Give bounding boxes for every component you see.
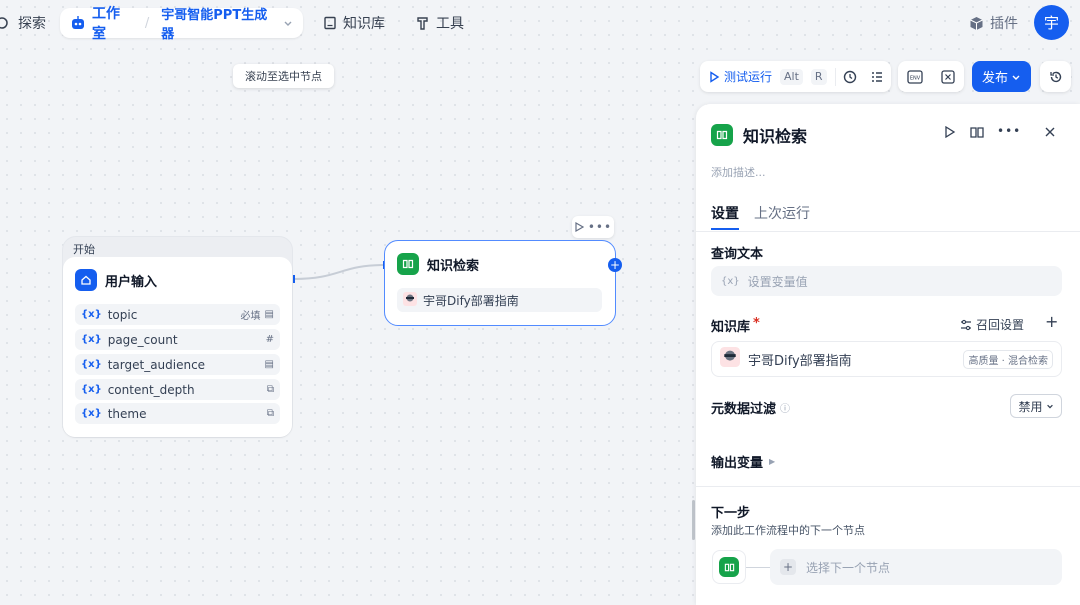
- output-vars-label: 输出变量: [711, 456, 764, 471]
- query-text-label: 查询文本: [711, 247, 764, 262]
- more-icon[interactable]: •••: [997, 124, 1021, 138]
- chevron-down-icon: [1046, 402, 1054, 410]
- start-node-title: 用户输入: [105, 274, 158, 290]
- variable-icon: {x}: [81, 408, 102, 419]
- dataset-name: 宇哥Dify部署指南: [748, 353, 852, 369]
- tab-last-run[interactable]: 上次运行: [754, 203, 810, 223]
- select-next-node-button[interactable]: + 选择下一个节点: [770, 549, 1062, 585]
- variable-name: topic: [107, 307, 138, 322]
- next-step-description: 添加此工作流程中的下一个节点: [711, 524, 865, 537]
- recall-settings-label: 召回设置: [976, 318, 1025, 332]
- next-step-label: 下一步: [711, 506, 751, 521]
- current-node-icon: [712, 550, 746, 584]
- variable-name: theme: [107, 406, 147, 421]
- run-node-icon[interactable]: [944, 126, 956, 138]
- variable-row-content-depth[interactable]: {x} content_depth ⧉: [75, 379, 280, 400]
- dataset-name: 宇哥Dify部署指南: [423, 293, 519, 308]
- info-icon[interactable]: ⓘ: [780, 400, 790, 415]
- variable-icon: {x}: [81, 384, 102, 395]
- dataset-item[interactable]: 宇哥Dify部署指南 高质量 · 混合检索: [711, 341, 1062, 377]
- sliders-icon: [960, 319, 972, 331]
- variable-name: content_depth: [107, 382, 195, 397]
- dataset-tag: 宇哥Dify部署指南: [397, 288, 602, 312]
- metadata-filter-label: 元数据过滤: [711, 402, 777, 417]
- start-node-header: 用户输入: [75, 269, 157, 291]
- variable-icon: {x}: [81, 309, 102, 320]
- variable-row-topic[interactable]: {x} topic 必填 ▤: [75, 304, 280, 325]
- more-icon[interactable]: •••: [588, 220, 612, 234]
- metadata-filter-group: 元数据过滤 ⓘ: [711, 398, 790, 417]
- active-tab-indicator: [711, 228, 739, 230]
- section-divider: [696, 486, 1080, 487]
- knowledge-retrieval-node[interactable]: 知识检索 宇哥Dify部署指南: [384, 240, 616, 326]
- start-label: 开始: [73, 243, 95, 256]
- book-open-icon: [711, 124, 733, 146]
- number-type-icon: #: [265, 334, 274, 345]
- book-open-icon: [397, 253, 419, 275]
- book-open-icon: [719, 557, 739, 577]
- select-next-label: 选择下一个节点: [806, 560, 891, 575]
- text-type-icon: ▤: [264, 309, 274, 320]
- required-badge: 必填: [240, 311, 261, 322]
- panel-title[interactable]: 知识检索: [743, 123, 807, 147]
- add-dataset-icon[interactable]: +: [1045, 312, 1058, 331]
- variable-icon: {x}: [81, 359, 102, 370]
- variable-row-theme[interactable]: {x} theme ⧉: [75, 403, 280, 424]
- description-input[interactable]: 添加描述...: [711, 164, 766, 180]
- query-variable-input[interactable]: {x} 设置变量值: [711, 266, 1062, 296]
- tab-settings[interactable]: 设置: [711, 203, 739, 223]
- retrieval-mode-badge: 高质量 · 混合检索: [963, 349, 1053, 369]
- close-icon[interactable]: [1045, 127, 1055, 137]
- start-node-group[interactable]: 开始 用户输入 {x} topic 必填 ▤ {x} page_count # {…: [62, 236, 293, 438]
- knowledge-base-label: 知识库: [711, 320, 751, 335]
- tab-divider: [696, 231, 1080, 232]
- variable-row-page-count[interactable]: {x} page_count #: [75, 329, 280, 350]
- kb-label-group: 知识库 *: [711, 316, 760, 335]
- output-vars-toggle[interactable]: 输出变量 ▶: [711, 452, 775, 471]
- node-mini-toolbar: •••: [572, 216, 614, 238]
- metadata-filter-select[interactable]: 禁用: [1010, 394, 1062, 418]
- variable-icon: {x}: [721, 275, 740, 287]
- home-icon: [75, 269, 97, 291]
- play-icon[interactable]: [574, 222, 584, 232]
- recall-settings-button[interactable]: 召回设置: [960, 316, 1024, 333]
- required-asterisk: *: [753, 316, 760, 331]
- text-type-icon: ▤: [264, 359, 274, 370]
- knowledge-node-title: 知识检索: [427, 258, 480, 274]
- metadata-filter-value: 禁用: [1018, 399, 1043, 414]
- start-node[interactable]: 用户输入 {x} topic 必填 ▤ {x} page_count # {x} …: [63, 257, 292, 437]
- variable-meta: 必填 ▤: [241, 307, 274, 322]
- add-next-node-handle[interactable]: +: [608, 258, 622, 272]
- knowledge-node-header: 知识检索: [397, 253, 479, 275]
- variable-name: page_count: [107, 332, 178, 347]
- select-type-icon: ⧉: [266, 408, 274, 419]
- variable-icon: {x}: [81, 334, 102, 345]
- variable-name: target_audience: [107, 357, 206, 372]
- dataset-avatar-icon: [720, 347, 740, 371]
- node-config-panel: 知识检索 ••• 添加描述... 设置 上次运行 查询文本 {x} 设置变量值 …: [696, 104, 1080, 605]
- plus-icon: +: [780, 559, 796, 575]
- select-type-icon: ⧉: [266, 384, 274, 395]
- panel-resize-handle[interactable]: [692, 500, 695, 540]
- docs-book-icon[interactable]: [970, 126, 984, 139]
- dataset-avatar-icon: [403, 291, 417, 309]
- caret-right-icon: ▶: [769, 457, 776, 466]
- panel-header: 知识检索: [711, 123, 807, 147]
- next-step-connector: [746, 567, 770, 568]
- variable-row-target-audience[interactable]: {x} target_audience ▤: [75, 354, 280, 375]
- query-placeholder: 设置变量值: [747, 274, 808, 289]
